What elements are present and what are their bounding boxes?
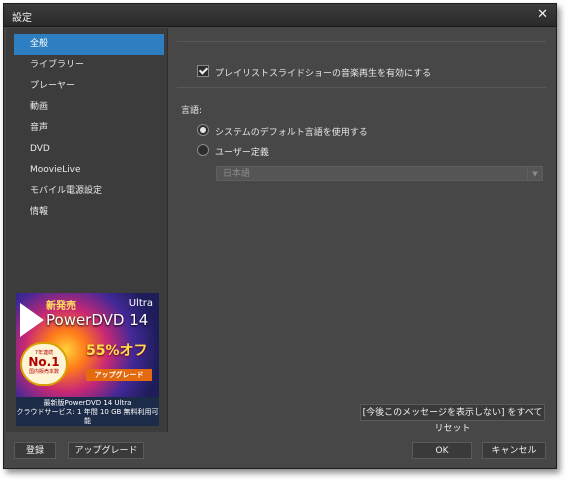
user-defined-radio[interactable] <box>197 144 209 156</box>
settings-dialog: 設定 ✕ 全般 ライブラリー プレーヤー 動画 音声 DVD MoovieLiv… <box>3 3 557 469</box>
system-language-radio[interactable] <box>197 124 209 136</box>
system-language-label: システムのデフォルト言語を使用する <box>215 128 368 138</box>
divider <box>177 87 546 88</box>
promo-new-release: 新発売 <box>46 301 76 312</box>
sidebar: 全般 ライブラリー プレーヤー 動画 音声 DVD MoovieLive モバイ… <box>6 28 168 432</box>
language-select-value: 日本語 <box>223 169 251 179</box>
title-bar: 設定 ✕ <box>4 4 556 27</box>
sidebar-item-dvd[interactable]: DVD <box>14 139 164 160</box>
user-defined-label: ユーザー定義 <box>215 148 269 158</box>
close-icon[interactable]: ✕ <box>537 7 548 22</box>
language-select[interactable]: 日本語 ▼ <box>216 166 543 181</box>
general-settings-panel: プレイリストスライドショーの音楽再生を有効にする 言語: システムのデフォルト言… <box>169 28 554 434</box>
sidebar-item-library[interactable]: ライブラリー <box>14 55 164 76</box>
promo-no1-badge: 7年連続 No.1 国内販売本数 <box>20 342 68 386</box>
promo-artwork: 新発売 Ultra PowerDVD 14 55%オフ 7年連続 No.1 国内… <box>16 293 159 397</box>
promo-caption-line2: クラウドサービス: 1 年間 10 GB 無料利用可能 <box>16 408 159 425</box>
sidebar-nav: 全般 ライブラリー プレーヤー 動画 音声 DVD MoovieLive モバイ… <box>6 28 167 223</box>
promo-discount: 55%オフ <box>86 343 148 359</box>
ok-button[interactable]: OK <box>412 442 472 459</box>
promo-upgrade-label: アップグレード <box>86 369 152 381</box>
sidebar-item-info[interactable]: 情報 <box>14 202 164 223</box>
register-button[interactable]: 登録 <box>14 442 56 459</box>
language-heading: 言語: <box>181 106 203 116</box>
sidebar-item-audio[interactable]: 音声 <box>14 118 164 139</box>
slideshow-music-checkbox[interactable] <box>197 65 209 77</box>
promo-banner[interactable]: 新発売 Ultra PowerDVD 14 55%オフ 7年連続 No.1 国内… <box>16 293 159 426</box>
upgrade-button[interactable]: アップグレード <box>68 442 144 459</box>
window-title: 設定 <box>12 13 32 24</box>
promo-caption: 最新版PowerDVD 14 Ultra クラウドサービス: 1 年間 10 G… <box>16 399 159 426</box>
chevron-down-icon[interactable]: ▼ <box>527 167 542 180</box>
promo-caption-line1: 最新版PowerDVD 14 Ultra <box>43 399 132 407</box>
reset-messages-button[interactable]: [今後このメッセージを表示しない] をすべてリセット <box>360 404 545 434</box>
promo-product-name: PowerDVD 14 <box>46 311 149 329</box>
sidebar-item-player[interactable]: プレーヤー <box>14 76 164 97</box>
promo-edition: Ultra <box>128 298 153 309</box>
divider <box>177 41 546 42</box>
sidebar-item-mobile-power[interactable]: モバイル電源設定 <box>14 181 164 202</box>
promo-badge-rank: No.1 <box>28 355 60 369</box>
sidebar-item-video[interactable]: 動画 <box>14 97 164 118</box>
sidebar-item-general[interactable]: 全般 <box>14 34 164 55</box>
slideshow-music-label: プレイリストスライドショーの音楽再生を有効にする <box>215 69 432 79</box>
promo-badge-sub: 国内販売本数 <box>28 369 59 375</box>
sidebar-item-moovielive[interactable]: MoovieLive <box>14 160 164 181</box>
cancel-button[interactable]: キャンセル <box>482 442 546 459</box>
play-icon <box>20 303 44 337</box>
